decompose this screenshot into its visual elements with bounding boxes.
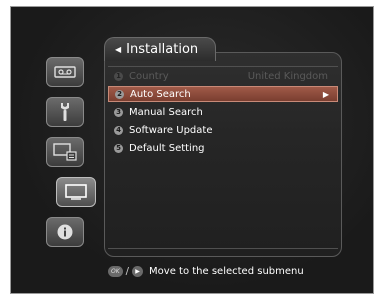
back-arrow-icon[interactable]: ◀: [115, 45, 121, 54]
divider: [108, 248, 338, 249]
info-icon: [56, 223, 74, 241]
sidebar-item-media[interactable]: [46, 57, 84, 87]
help-hint: OK / ▶ Move to the selected submenu: [108, 266, 304, 277]
item-number-badge: 1: [114, 71, 123, 81]
menu-item-label: Country: [129, 70, 169, 82]
chevron-right-icon: ▶: [322, 89, 329, 99]
menu-item-auto-search[interactable]: 2 Auto Search ▶: [108, 86, 338, 102]
tape-icon: [54, 65, 76, 79]
menu-item-label: Software Update: [129, 124, 213, 136]
menu-item-software-update[interactable]: 4 Software Update: [108, 122, 338, 138]
sidebar-item-tools[interactable]: [46, 97, 84, 127]
monitor-icon: [65, 184, 87, 200]
menu-item-manual-search[interactable]: 3 Manual Search: [108, 104, 338, 120]
divider: [108, 66, 338, 67]
tv-settings-icon: [53, 143, 77, 161]
sidebar-item-info[interactable]: [46, 217, 84, 247]
page-title: ◀ Installation: [104, 37, 216, 61]
menu-item-label: Manual Search: [129, 106, 203, 118]
separator: /: [125, 266, 130, 277]
menu-item-country: 1 Country United Kingdom: [108, 68, 338, 84]
item-number-badge: 5: [114, 143, 123, 153]
item-number-badge: 2: [115, 89, 124, 99]
ok-key-icon: OK: [108, 266, 123, 277]
wrench-icon: [58, 102, 72, 122]
help-hint-text: Move to the selected submenu: [149, 266, 304, 277]
item-number-badge: 3: [114, 107, 123, 117]
menu-item-value: United Kingdom: [247, 70, 328, 82]
page-title-text: Installation: [126, 42, 199, 57]
menu-item-label: Auto Search: [130, 88, 191, 100]
menu-item-default-setting[interactable]: 5 Default Setting: [108, 140, 338, 156]
right-arrow-key-icon: ▶: [132, 266, 144, 277]
item-number-badge: 4: [114, 125, 123, 135]
menu-item-label: Default Setting: [129, 142, 205, 154]
sidebar-item-settings[interactable]: [46, 137, 84, 167]
sidebar-item-installation[interactable]: [56, 177, 96, 207]
